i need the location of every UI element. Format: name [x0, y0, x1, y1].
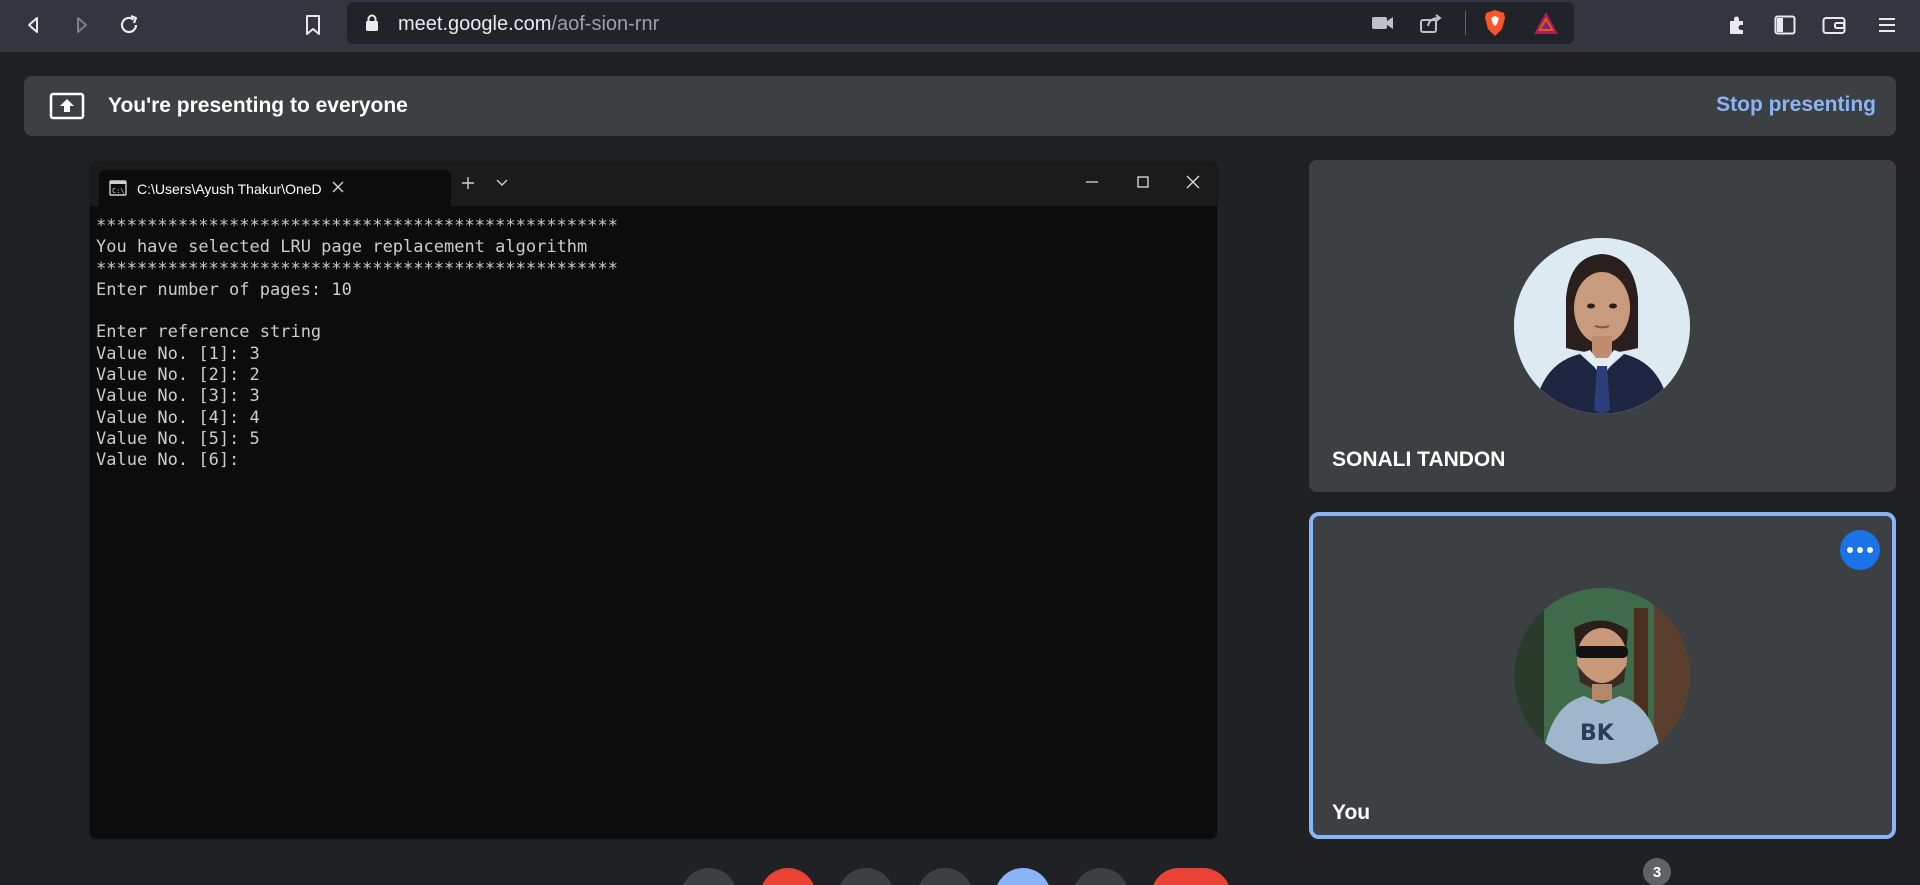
- terminal-tab-title: C:\Users\Ayush Thakur\OneD: [137, 181, 322, 197]
- minimize-icon[interactable]: [1084, 174, 1100, 195]
- terminal-line: You have selected LRU page replacement a…: [96, 237, 588, 258]
- chevron-down-icon[interactable]: [495, 176, 509, 194]
- svg-text:C:\: C:\: [112, 187, 125, 195]
- stop-presenting-button[interactable]: Stop presenting: [1716, 93, 1876, 117]
- terminal-line: Value No. [6]:: [96, 450, 250, 471]
- terminal-line: ****************************************…: [96, 216, 618, 236]
- camera-icon[interactable]: [1371, 14, 1395, 37]
- wallet-icon[interactable]: [1819, 10, 1849, 40]
- more-options-bar-button[interactable]: [1073, 868, 1129, 885]
- svg-text:BK: BK: [1580, 721, 1615, 746]
- terminal-titlebar: C:\ C:\Users\Ayush Thakur\OneD: [90, 162, 1217, 206]
- terminal-line: Value No. [4]: 4: [96, 407, 260, 428]
- terminal-line: Enter number of pages: 10: [96, 279, 352, 300]
- terminal-output[interactable]: ****************************************…: [96, 216, 1211, 833]
- terminal-line: Value No. [3]: 3: [96, 386, 260, 407]
- close-window-icon[interactable]: [1185, 174, 1201, 195]
- presenting-banner: You're presenting to everyone Stop prese…: [24, 76, 1896, 136]
- omnibox-divider: [1465, 11, 1466, 35]
- participant-name: You: [1332, 801, 1371, 824]
- dot-icon: [1847, 547, 1853, 553]
- lock-icon: [365, 14, 379, 37]
- more-options-button[interactable]: [1840, 530, 1880, 570]
- share-icon[interactable]: [1419, 13, 1443, 38]
- avatar: BK: [1514, 588, 1690, 764]
- microphone-button[interactable]: [681, 868, 737, 885]
- present-now-button[interactable]: [995, 868, 1051, 885]
- end-call-button[interactable]: [1151, 868, 1231, 885]
- new-tab-icon[interactable]: [460, 175, 476, 196]
- address-bar[interactable]: meet.google.com/aof-sion-rnr: [347, 2, 1574, 44]
- terminal-line: Value No. [1]: 3: [96, 343, 260, 364]
- camera-off-button[interactable]: [760, 868, 816, 885]
- participant-tile-sonali[interactable]: SONALI TANDON: [1309, 160, 1896, 492]
- avatar: [1514, 238, 1690, 414]
- reload-icon[interactable]: [114, 10, 144, 40]
- brave-shields-icon[interactable]: [1483, 9, 1507, 42]
- brave-rewards-icon[interactable]: [1533, 11, 1559, 40]
- shared-terminal-window: C:\ C:\Users\Ayush Thakur\OneD *********…: [89, 161, 1218, 840]
- present-screen-icon: [49, 92, 85, 125]
- url-host: meet.google.com: [398, 13, 552, 35]
- raise-hand-button[interactable]: [917, 868, 973, 885]
- dot-icon: [1857, 547, 1863, 553]
- presenting-text: You're presenting to everyone: [108, 94, 408, 117]
- terminal-line: ****************************************…: [96, 258, 618, 279]
- participant-count-badge: 3: [1643, 858, 1671, 885]
- url-path: /aof-sion-rnr: [551, 13, 660, 35]
- terminal-icon: C:\: [109, 180, 127, 201]
- terminal-line: Value No. [5]: 5: [96, 428, 260, 449]
- participant-tile-you[interactable]: BK You: [1309, 512, 1896, 839]
- url-text: meet.google.com/aof-sion-rnr: [398, 13, 659, 36]
- terminal-tab[interactable]: C:\ C:\Users\Ayush Thakur\OneD: [99, 170, 451, 206]
- extensions-icon[interactable]: [1722, 10, 1752, 40]
- dot-icon: [1867, 547, 1873, 553]
- captions-button[interactable]: [838, 868, 894, 885]
- back-icon[interactable]: [19, 10, 49, 40]
- terminal-line: Value No. [2]: 2: [96, 365, 260, 386]
- close-tab-icon[interactable]: [331, 180, 345, 199]
- participant-name: SONALI TANDON: [1332, 448, 1506, 471]
- sidebar-icon[interactable]: [1770, 10, 1800, 40]
- terminal-line: Enter reference string: [96, 322, 322, 343]
- menu-icon[interactable]: [1872, 10, 1902, 40]
- bookmark-icon[interactable]: [298, 10, 328, 40]
- forward-icon[interactable]: [66, 10, 96, 40]
- browser-toolbar: meet.google.com/aof-sion-rnr: [0, 0, 1920, 52]
- maximize-icon[interactable]: [1135, 174, 1151, 195]
